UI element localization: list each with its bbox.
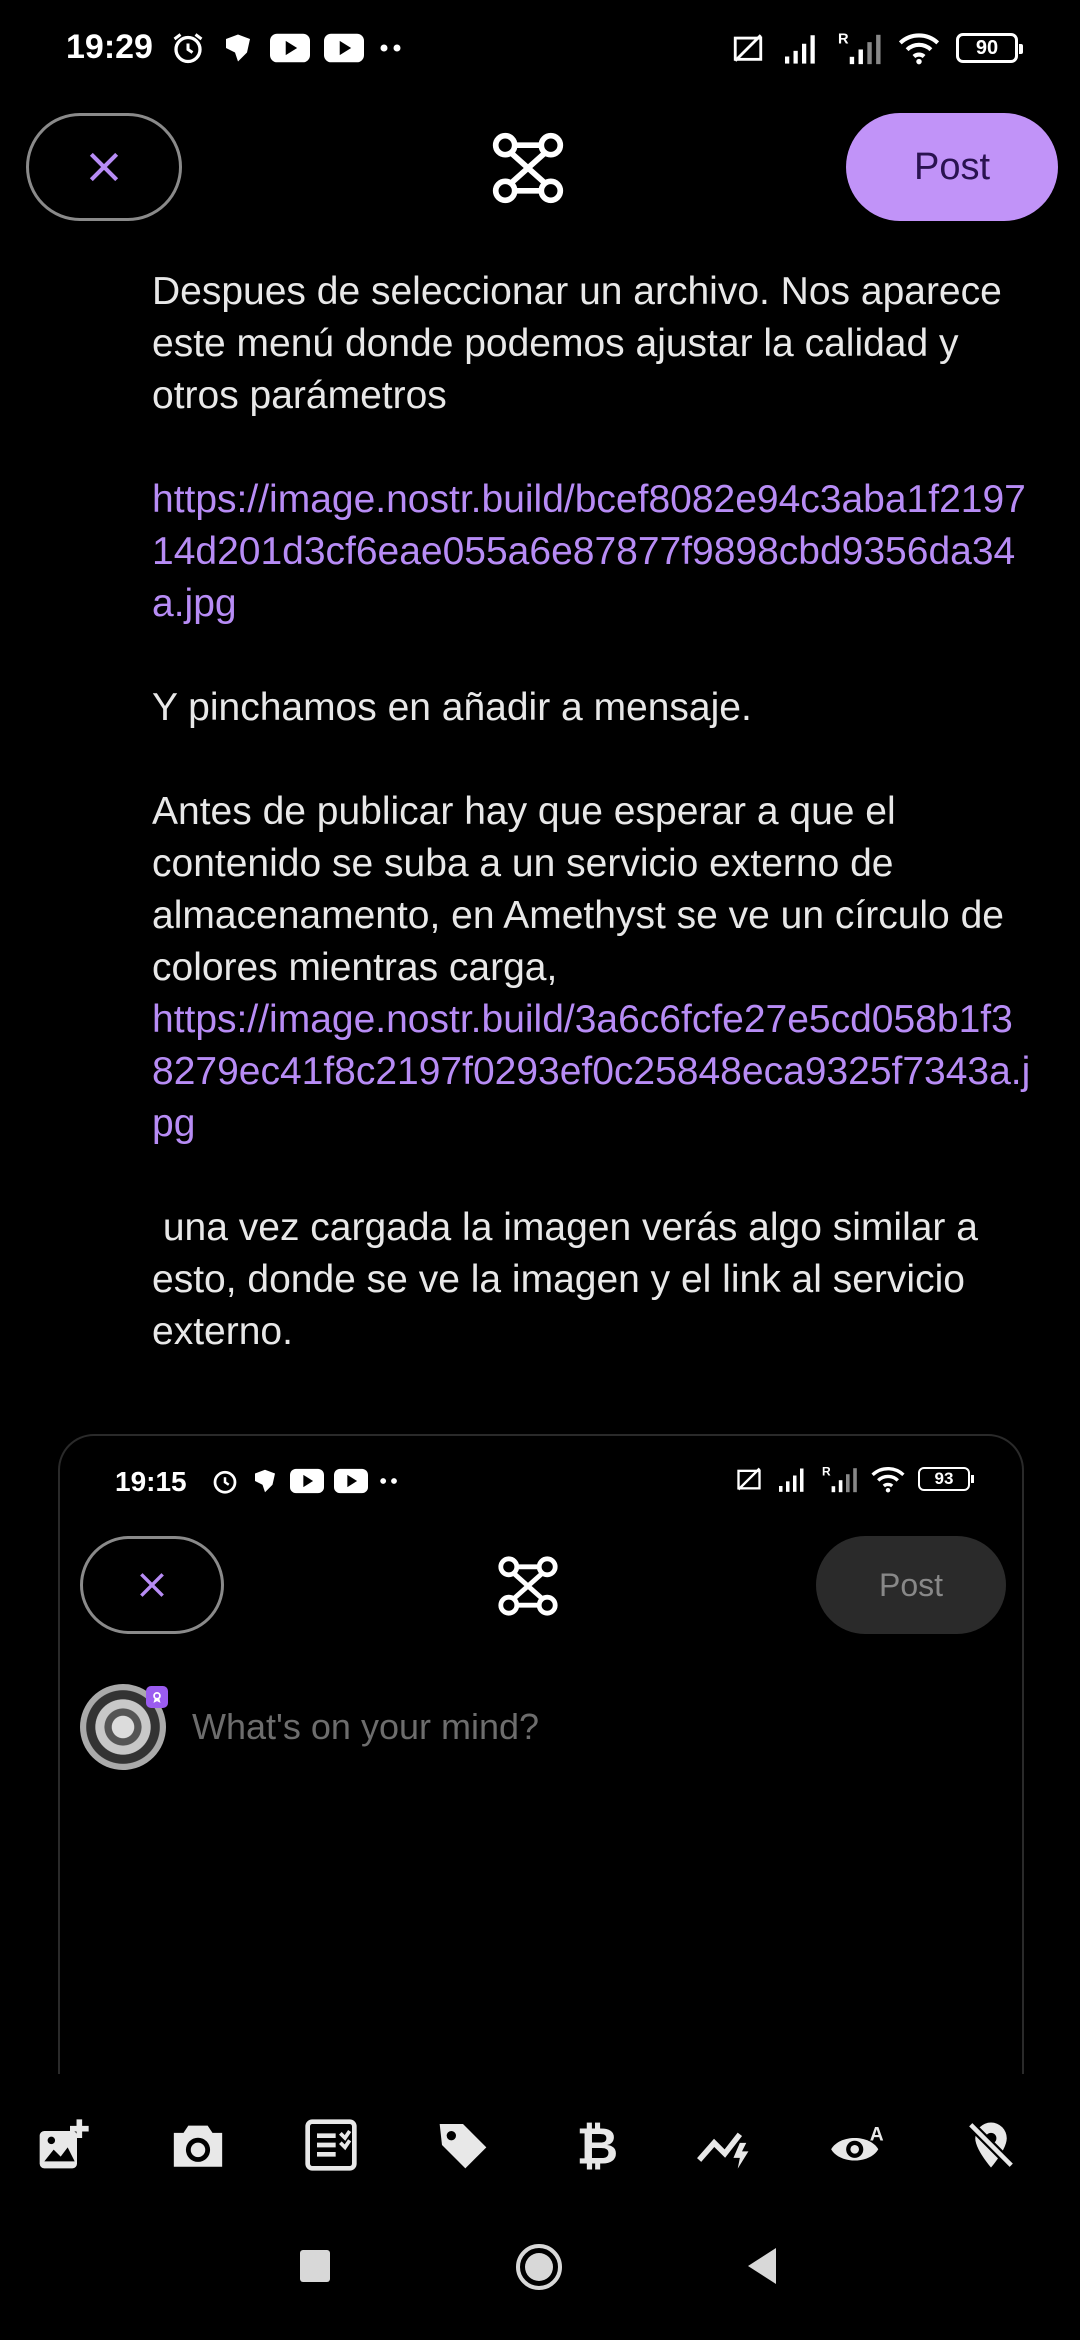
svg-text:A: A bbox=[870, 2125, 884, 2146]
embedded-status-time: 19:15 bbox=[115, 1466, 187, 1497]
roaming-signal-icon: R bbox=[838, 32, 881, 65]
close-button[interactable] bbox=[26, 113, 182, 221]
roaming-signal-icon: R bbox=[822, 1464, 857, 1493]
bitcoin-icon[interactable]: ₿ bbox=[562, 2112, 628, 2178]
embedded-post-button: Post bbox=[816, 1536, 1006, 1634]
message-paragraph: Despues de seleccionar un archivo. Nos a… bbox=[152, 270, 1002, 417]
embedded-close-button bbox=[80, 1536, 224, 1634]
nostr-network-icon bbox=[498, 1556, 558, 1616]
battery-icon: 93 bbox=[918, 1467, 974, 1491]
tag-icon[interactable] bbox=[430, 2112, 496, 2178]
message-paragraph: Y pinchamos en añadir a mensaje. bbox=[152, 686, 752, 729]
data-off-icon bbox=[737, 1467, 761, 1491]
battery-icon: 90 bbox=[956, 33, 1023, 63]
status-time: 19:29 bbox=[66, 28, 153, 66]
add-image-icon[interactable] bbox=[30, 2112, 96, 2178]
more-dots-icon bbox=[380, 1478, 397, 1484]
data-off-icon bbox=[733, 34, 763, 62]
more-dots-icon bbox=[380, 44, 401, 52]
embedded-post-label: Post bbox=[878, 1566, 944, 1603]
signal-icon bbox=[785, 35, 815, 64]
message-paragraph: una vez cargada la imagen verás algo sim… bbox=[152, 1206, 989, 1353]
svg-text:R: R bbox=[822, 1464, 831, 1478]
post-button[interactable]: Post bbox=[846, 113, 1058, 221]
youtube-icon bbox=[324, 33, 364, 63]
svg-text:₿: ₿ bbox=[576, 2117, 618, 2173]
wifi-icon bbox=[871, 1467, 905, 1493]
message-paragraph: Antes de publicar hay que esperar a que … bbox=[152, 790, 1004, 989]
youtube-icon bbox=[270, 33, 310, 63]
battery-level: 93 bbox=[934, 1469, 954, 1488]
chat-icon bbox=[226, 34, 250, 62]
battery-level: 90 bbox=[975, 36, 999, 59]
location-off-icon[interactable] bbox=[958, 2112, 1024, 2178]
youtube-icon bbox=[290, 1468, 324, 1494]
status-bar: 19:29 R 90 bbox=[0, 0, 1080, 100]
image-link[interactable]: https://image.nostr.build/bcef8082e94c3a… bbox=[152, 474, 1032, 630]
camera-icon[interactable] bbox=[165, 2112, 231, 2178]
verified-badge-icon bbox=[146, 1686, 168, 1708]
content-warning-icon[interactable]: A bbox=[826, 2112, 892, 2178]
image-link[interactable]: https://image.nostr.build/3a6c6fcfe27e5c… bbox=[152, 994, 1032, 1150]
compose-toolbar: ₿ A bbox=[0, 2100, 1080, 2190]
chat-icon bbox=[255, 1469, 275, 1493]
post-button-label: Post bbox=[913, 145, 991, 188]
close-icon bbox=[140, 1573, 164, 1597]
back-icon[interactable] bbox=[742, 2244, 782, 2288]
attached-image-preview[interactable]: 19:15 R 93 Post What's on your mind? bbox=[58, 1434, 1024, 2074]
alarm-icon bbox=[213, 1470, 237, 1494]
nostr-network-icon bbox=[492, 132, 564, 204]
home-icon[interactable] bbox=[514, 2242, 564, 2292]
recents-icon[interactable] bbox=[300, 2250, 330, 2282]
message-editor[interactable]: Despues de seleccionar un archivo. Nos a… bbox=[152, 266, 1032, 1410]
svg-text:R: R bbox=[838, 32, 849, 48]
signal-icon bbox=[779, 1468, 804, 1492]
wifi-icon bbox=[898, 33, 940, 65]
embedded-placeholder: What's on your mind? bbox=[192, 1706, 540, 1747]
alarm-icon bbox=[173, 33, 203, 64]
youtube-icon bbox=[334, 1468, 368, 1494]
zap-split-icon[interactable] bbox=[694, 2112, 760, 2178]
close-icon bbox=[89, 152, 119, 182]
poll-icon[interactable] bbox=[298, 2112, 364, 2178]
system-navigation-bar bbox=[0, 2230, 1080, 2320]
